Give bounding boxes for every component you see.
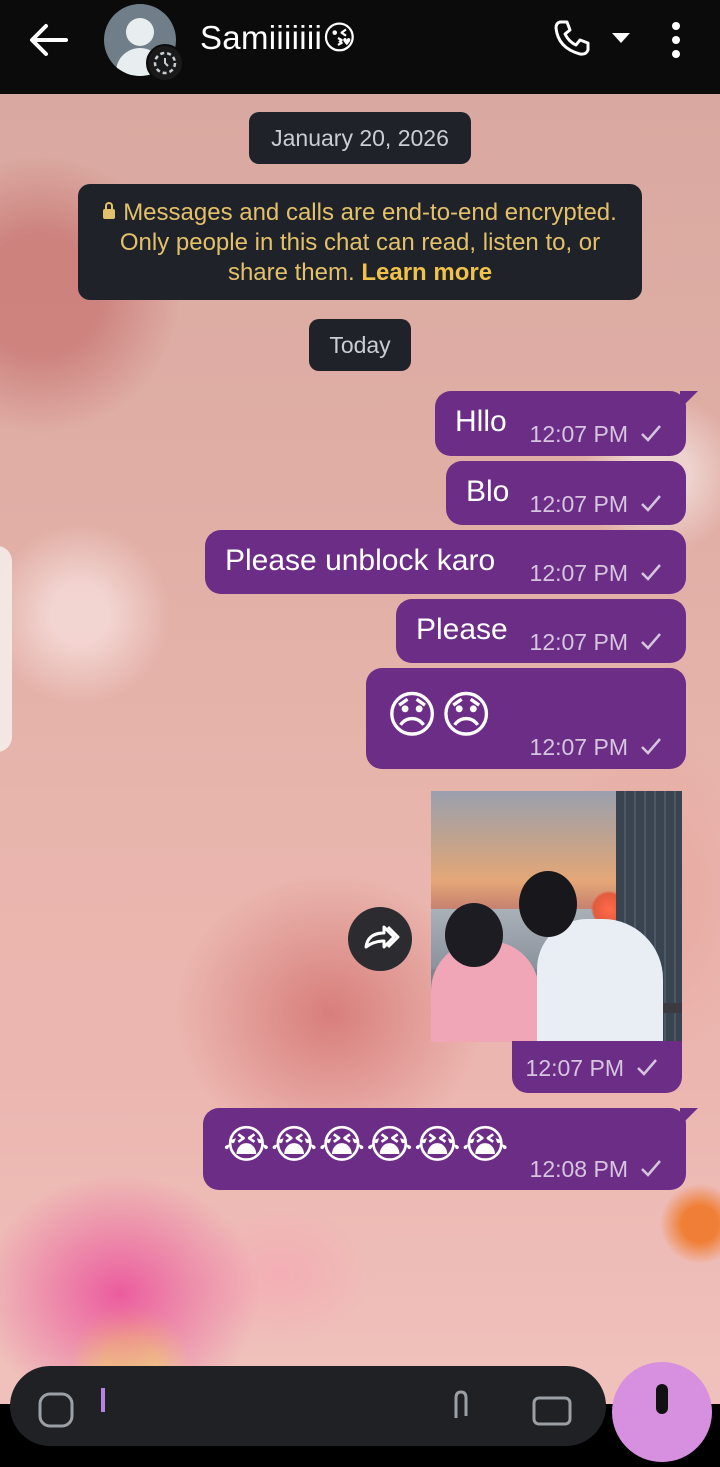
sent-check-icon — [641, 425, 661, 442]
sent-check-icon — [641, 495, 661, 512]
attach-icon[interactable] — [446, 1388, 476, 1428]
message-time: 12:08 PM — [529, 1156, 628, 1182]
side-drawer-handle[interactable] — [0, 546, 12, 752]
message-time: 12:07 PM — [529, 629, 628, 655]
chat-header: Samiiiiiii😘 — [0, 0, 720, 94]
encryption-notice[interactable]: Messages and calls are end-to-end encryp… — [78, 184, 642, 300]
mic-icon — [656, 1384, 668, 1414]
back-arrow-icon[interactable] — [26, 20, 70, 60]
message-bubble[interactable]: Please 12:07 PM — [396, 599, 686, 663]
mic-button[interactable] — [612, 1362, 712, 1462]
lock-icon — [103, 202, 116, 219]
sent-check-icon — [637, 1059, 657, 1076]
forward-button[interactable] — [348, 907, 412, 971]
sticker-icon[interactable] — [34, 1388, 78, 1432]
camera-icon[interactable] — [530, 1388, 574, 1428]
message-bubble[interactable]: Blo 12:07 PM — [446, 461, 686, 525]
message-time: 12:07 PM — [529, 491, 628, 517]
text-cursor — [101, 1388, 105, 1412]
contact-name[interactable]: Samiiiiiii😘 — [200, 18, 357, 57]
message-emoji: 😞😞 — [386, 687, 495, 743]
sent-check-icon — [641, 564, 661, 581]
message-emoji: 😭😭😭😭😭😭 — [223, 1123, 510, 1167]
shared-photo[interactable] — [431, 791, 682, 1042]
message-text: Blo — [466, 475, 510, 508]
message-bubble[interactable]: 😭😭😭😭😭😭 12:08 PM — [203, 1108, 698, 1190]
date-divider: January 20, 2026 — [249, 112, 471, 164]
sent-check-icon — [641, 738, 661, 755]
message-bubble[interactable]: Hllo 12:07 PM — [435, 391, 698, 456]
dropdown-icon[interactable] — [610, 30, 632, 46]
sent-check-icon — [641, 1160, 661, 1177]
message-text: Please — [416, 613, 508, 646]
message-text: Please unblock karo — [225, 544, 496, 577]
status-ring-icon — [146, 44, 184, 82]
message-time: 12:07 PM — [529, 734, 628, 760]
message-bubble[interactable]: Please unblock karo 12:07 PM — [205, 530, 686, 594]
today-divider: Today — [309, 319, 411, 371]
more-vert-icon[interactable] — [664, 20, 688, 60]
message-input[interactable] — [10, 1366, 606, 1446]
forward-icon — [364, 925, 400, 949]
learn-more-link[interactable]: Learn more — [361, 259, 492, 286]
message-time: 12:07 PM — [525, 1055, 624, 1081]
image-caption-bubble[interactable]: 12:07 PM — [512, 1041, 682, 1093]
message-time: 12:07 PM — [529, 421, 628, 447]
message-time: 12:07 PM — [529, 560, 628, 586]
sent-check-icon — [641, 633, 661, 650]
phone-icon[interactable] — [552, 18, 592, 58]
message-text: Hllo — [455, 405, 507, 438]
message-bubble[interactable]: 😞😞 12:07 PM — [366, 668, 686, 769]
